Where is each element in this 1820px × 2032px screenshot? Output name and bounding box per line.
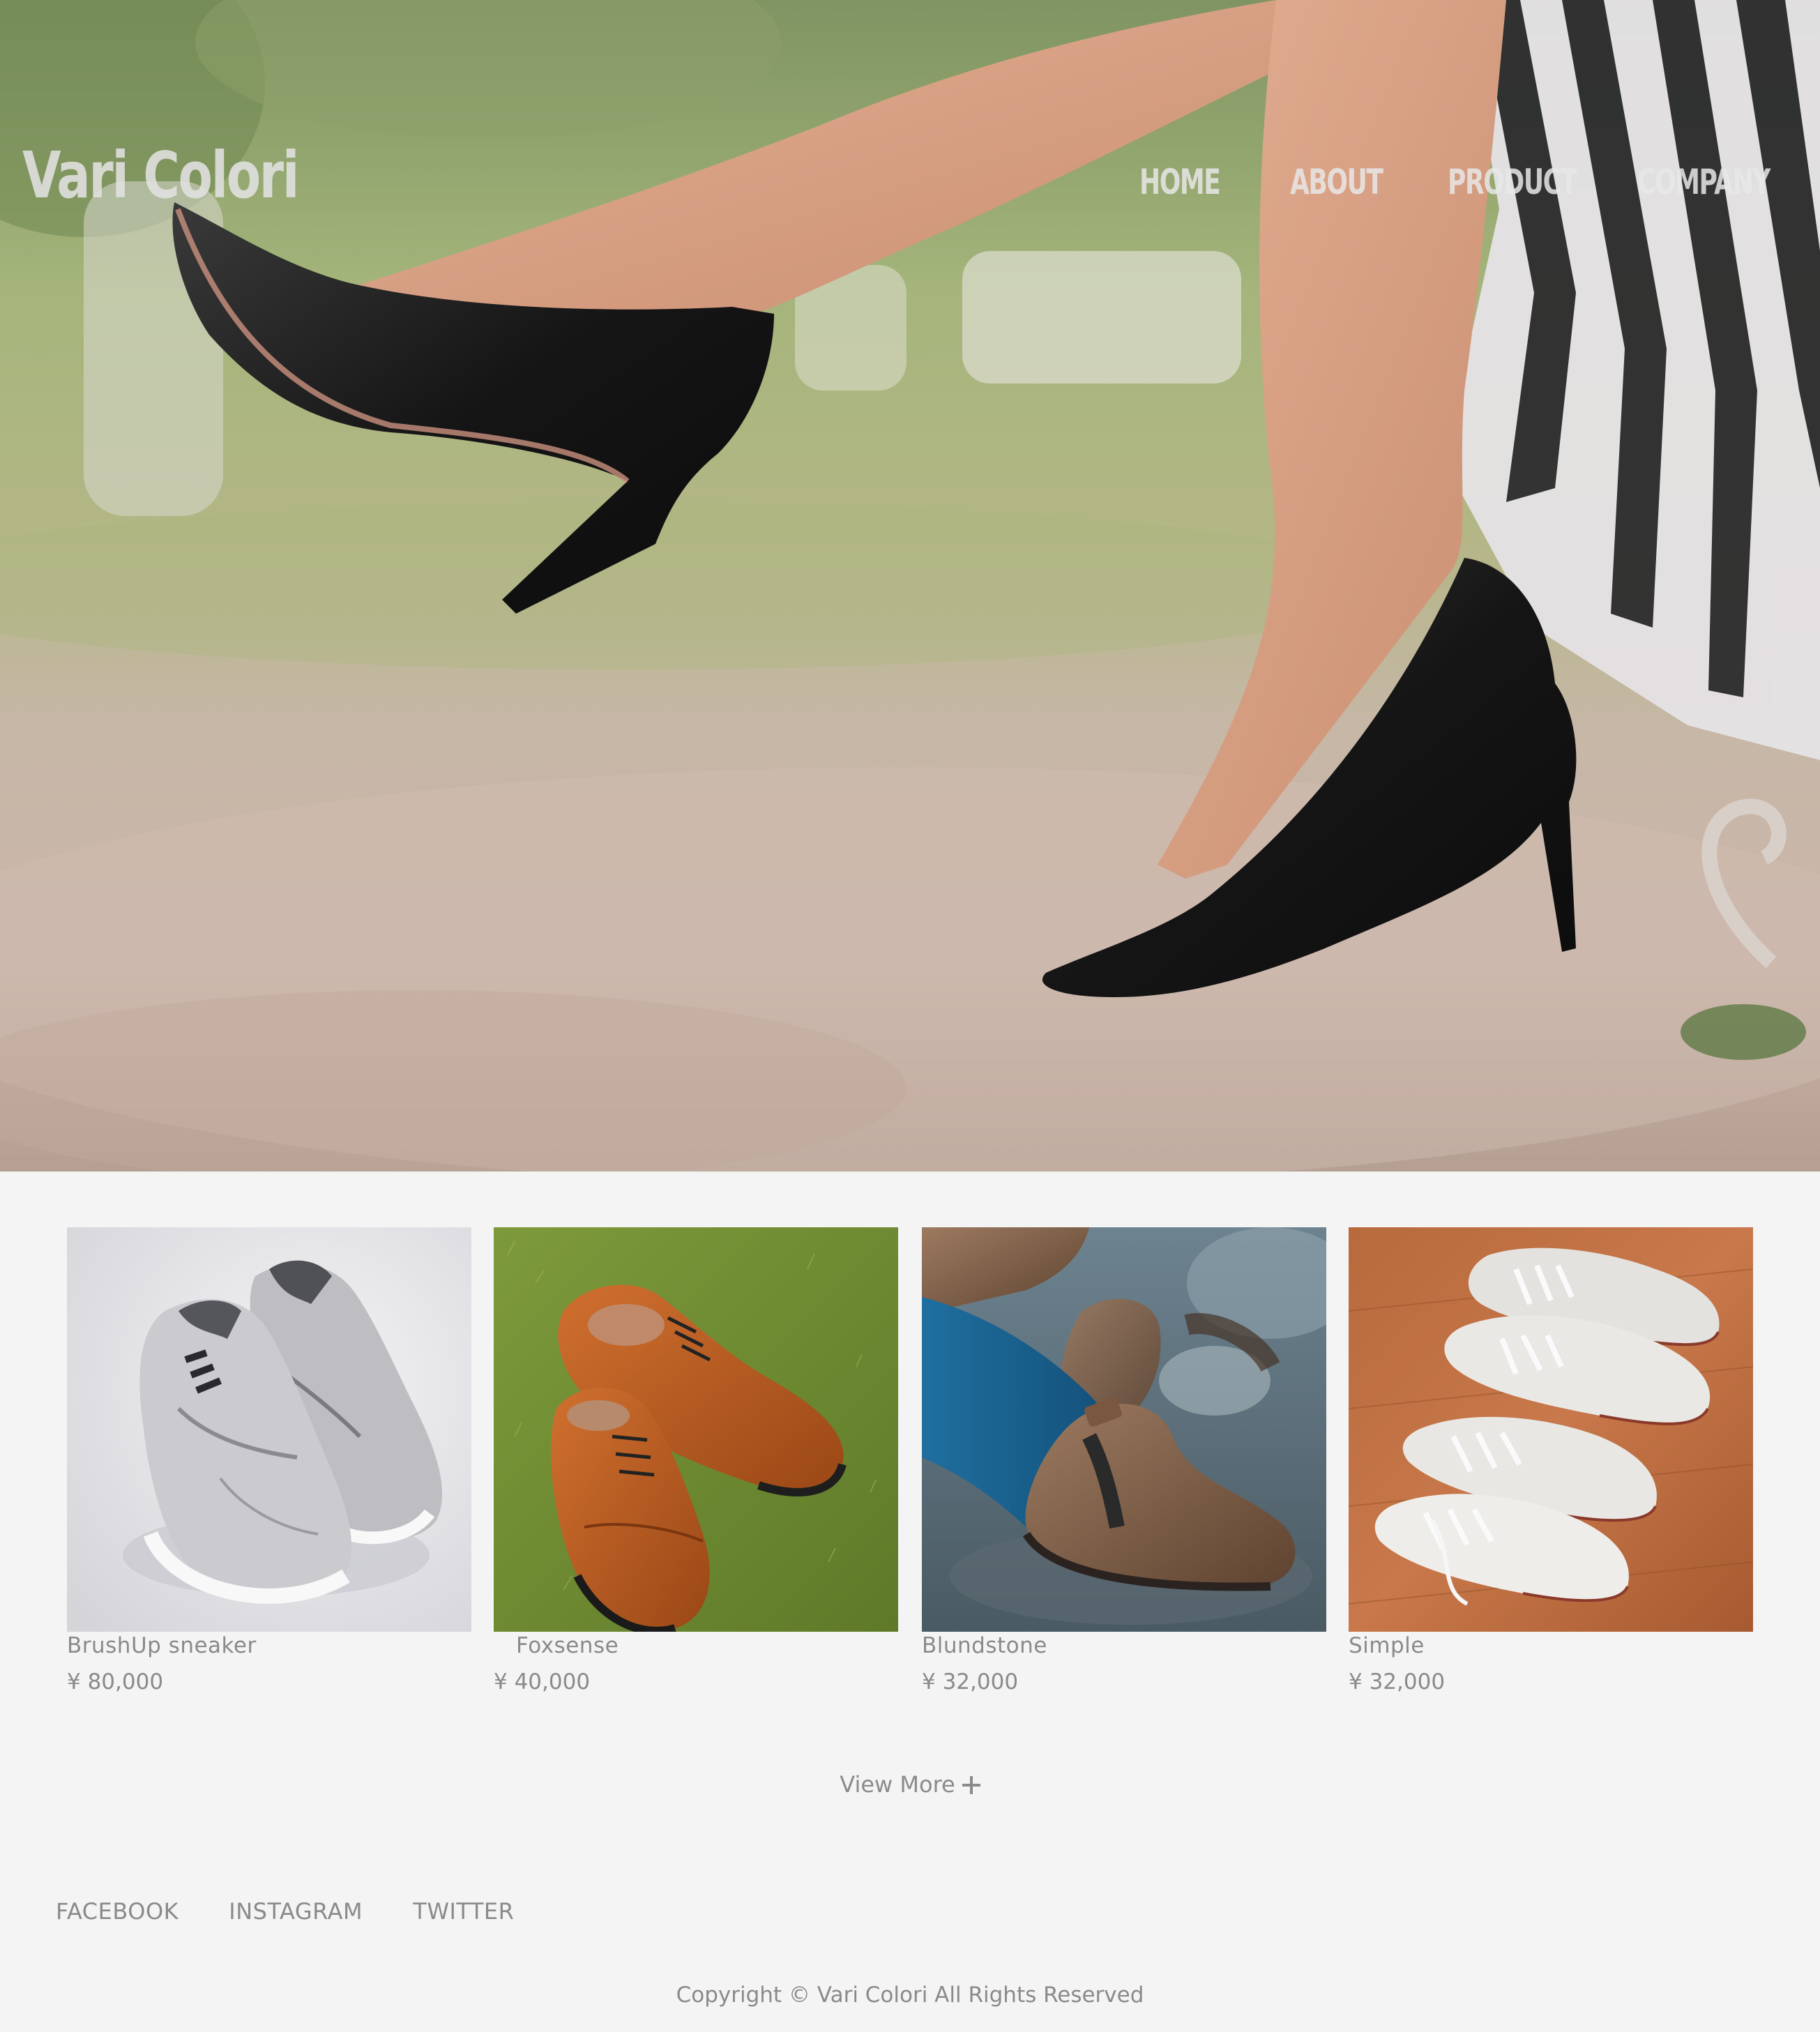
product-grid: BrushUp sneaker ¥ 80,000 Foxsense ¥ 40,0… — [67, 1227, 1754, 1715]
instagram-link[interactable]: INSTAGRAM — [229, 1898, 363, 1925]
main-nav: HOME ABOUT PRODUCT COMPANY — [0, 162, 1820, 204]
product-image-boots[interactable] — [922, 1227, 1326, 1632]
product-name[interactable]: Foxsense — [516, 1633, 619, 1658]
product-name[interactable]: Blundstone — [922, 1633, 1047, 1658]
product-image-canvas[interactable] — [1349, 1227, 1753, 1632]
copyright-text: Copyright © Vari Colori All Rights Reser… — [676, 1982, 1144, 2008]
nav-item-home[interactable]: HOME — [1139, 162, 1221, 202]
product-price: ¥ 32,000 — [1349, 1669, 1446, 1694]
view-more-label: View More — [840, 1771, 955, 1798]
nav-item-about[interactable]: ABOUT — [1290, 162, 1383, 202]
twitter-link[interactable]: TWITTER — [413, 1898, 514, 1925]
hero-section: Vari Colori HOME ABOUT PRODUCT COMPANY — [0, 0, 1820, 1172]
product-name[interactable]: BrushUp sneaker — [67, 1633, 257, 1658]
view-more-button[interactable]: View More — [0, 1771, 1820, 1798]
nav-item-product[interactable]: PRODUCT — [1448, 162, 1577, 202]
product-price: ¥ 80,000 — [67, 1669, 164, 1694]
product-image-sneaker[interactable] — [67, 1227, 471, 1632]
product-price: ¥ 32,000 — [922, 1669, 1019, 1694]
social-links: FACEBOOK INSTAGRAM TWITTER — [56, 1898, 557, 1925]
product-price: ¥ 40,000 — [494, 1669, 591, 1694]
plus-icon — [962, 1776, 980, 1794]
nav-item-company[interactable]: COMPANY — [1637, 162, 1770, 202]
facebook-link[interactable]: FACEBOOK — [56, 1898, 179, 1925]
product-image-oxford[interactable] — [494, 1227, 898, 1632]
product-name[interactable]: Simple — [1349, 1633, 1425, 1658]
